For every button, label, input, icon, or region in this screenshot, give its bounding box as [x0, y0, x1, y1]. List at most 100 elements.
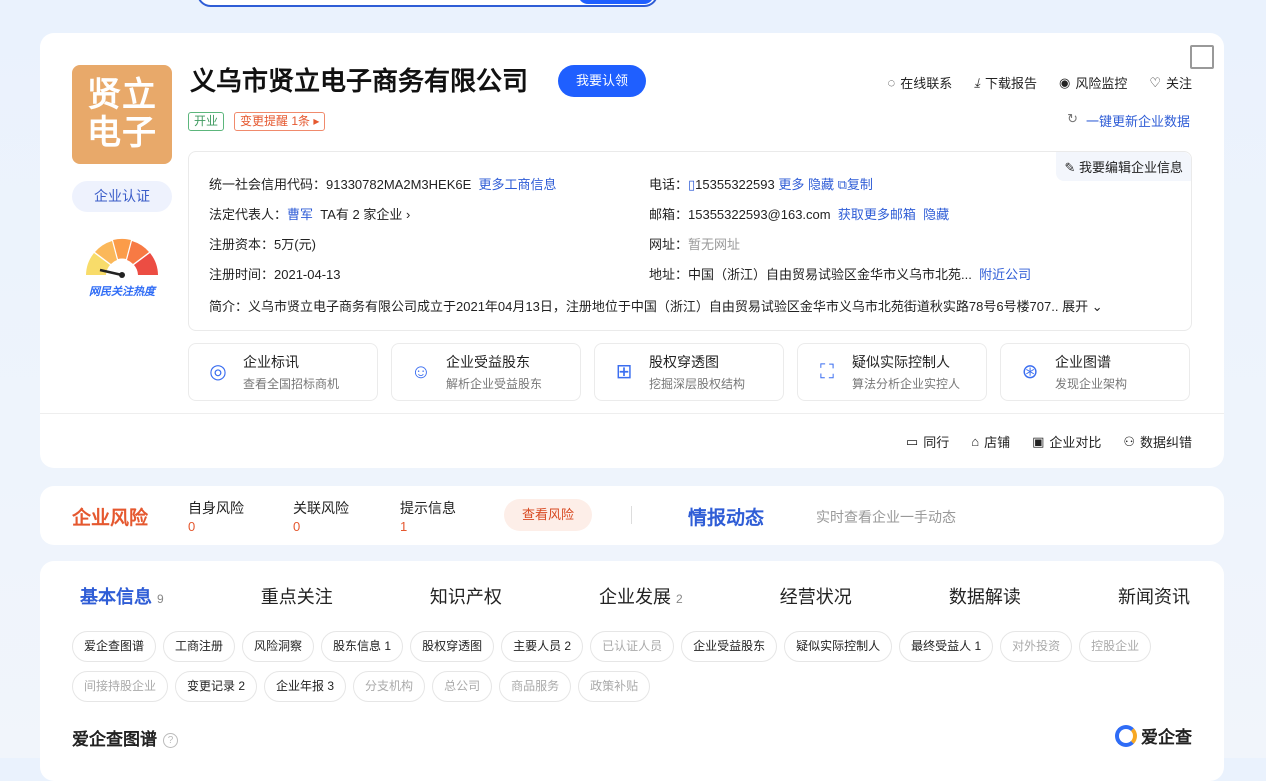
label: 地址： — [649, 267, 689, 282]
search-input[interactable] — [197, 0, 658, 7]
reg-date-row: 注册时间：2021-04-13 — [209, 264, 341, 283]
follow-button[interactable]: ♡ 关注 — [1149, 73, 1192, 92]
copy-icon[interactable]: ⧉ — [838, 177, 847, 192]
feature-beneficial-owners[interactable]: ☺ 企业受益股东 解析企业受益股东 — [391, 343, 581, 401]
feature-company-graph[interactable]: ⊛ 企业图谱 发现企业架构 — [1000, 343, 1190, 401]
update-data-button[interactable]: ↻ 一键更新企业数据 — [1067, 111, 1190, 130]
tab-3[interactable]: 企业发展 2 — [599, 583, 683, 609]
phone-value: 15355322593 — [695, 177, 775, 192]
action-label: 风险监控 — [1075, 76, 1128, 91]
tab-bar: 基本信息 9 重点关注 知识产权 企业发展 2 经营状况 数据解读 新闻资讯 — [80, 583, 1190, 609]
action-label: 关注 — [1165, 76, 1192, 91]
graph-icon: ⊛ — [1021, 361, 1039, 383]
intel-title[interactable]: 情报动态 — [688, 503, 764, 530]
tab-4[interactable]: 经营状况 — [780, 583, 852, 609]
copy-phone-link[interactable]: 复制 — [847, 177, 873, 192]
view-risk-button[interactable]: 查看风险 — [504, 499, 592, 531]
download-report-button[interactable]: ⤓ 下载报告 — [974, 73, 1037, 92]
section-chip[interactable]: 变更记录 2 — [175, 671, 258, 702]
chevron-down-icon: ⌄ — [1091, 299, 1103, 314]
section-chip: 分支机构 — [353, 671, 426, 702]
self-risk[interactable]: 自身风险 0 — [188, 498, 244, 534]
hide-email-link[interactable]: 隐藏 — [923, 207, 949, 222]
tab-2[interactable]: 知识产权 — [430, 583, 502, 609]
section-chip[interactable]: 企业受益股东 — [681, 631, 778, 662]
risk-label: 提示信息 — [400, 500, 456, 516]
related-risk[interactable]: 关联风险 0 — [293, 498, 349, 534]
credit-code: 91330782MA2M3HEK6E — [326, 177, 472, 192]
section-chip: 对外投资 — [1000, 631, 1073, 662]
label: 电话： — [649, 177, 689, 192]
eye-icon: ◉ — [1058, 74, 1071, 90]
feature-title: 疑似实际控制人 — [852, 354, 950, 370]
more-email-link[interactable]: 获取更多邮箱 — [838, 207, 916, 222]
peers-link[interactable]: ▭ 同行 — [906, 432, 949, 451]
legal-rep-link[interactable]: 曹军 — [287, 207, 313, 222]
online-contact-button[interactable]: ◌ 在线联系 — [887, 73, 952, 92]
section-chip[interactable]: 最终受益人 1 — [899, 631, 994, 662]
section-chip[interactable]: 疑似实际控制人 — [784, 631, 893, 662]
capital-value: 5万(元) — [274, 237, 316, 252]
tab-label: 数据解读 — [948, 587, 1021, 607]
feature-subtitle: 算法分析企业实控人 — [852, 377, 961, 391]
feature-actual-controller[interactable]: ⛶ 疑似实际控制人 算法分析企业实控人 — [797, 343, 987, 401]
section-chip[interactable]: 风险洞察 — [242, 631, 315, 662]
risk-title: 企业风险 — [72, 508, 149, 529]
compare-link[interactable]: ▣ 企业对比 — [1032, 432, 1101, 451]
tab-label: 企业发展 — [598, 587, 671, 607]
link-label: 店铺 — [984, 435, 1011, 450]
risk-count: 0 — [188, 519, 196, 534]
risk-card: 企业风险 自身风险 0 关联风险 0 提示信息 1 查看风险 情报动态 实时查看企业一… — [40, 486, 1224, 545]
label: 法定代表人： — [209, 207, 288, 222]
section-chip: 总公司 — [432, 671, 493, 702]
tab-count: 2 — [676, 592, 683, 606]
feature-bidding[interactable]: ◎ 企业标讯 查看全国招标商机 — [188, 343, 378, 401]
tab-5[interactable]: 数据解读 — [949, 583, 1021, 609]
edit-info-button[interactable]: ✎ 我要编辑企业信息 — [1056, 152, 1191, 181]
edit-label: 我要编辑企业信息 — [1078, 160, 1183, 175]
section-chip: 政策补贴 — [578, 671, 651, 702]
tab-1[interactable]: 重点关注 — [261, 583, 333, 609]
certify-button[interactable]: 企业认证 — [72, 181, 172, 212]
user-icon: ☺ — [410, 361, 432, 383]
section-chip[interactable]: 股权穿透图 — [410, 631, 495, 662]
tab-label: 经营状况 — [779, 587, 852, 607]
risk-monitor-button[interactable]: ◉ 风险监控 — [1059, 73, 1127, 92]
section-chip: 商品服务 — [499, 671, 572, 702]
tab-label: 新闻资讯 — [1117, 587, 1190, 607]
legal-rep-companies-link[interactable]: TA有 2 家企业 — [320, 207, 402, 222]
section-chip[interactable]: 企业年报 3 — [264, 671, 347, 702]
company-header-card: 贤立电子 企业认证 网民关注热度 义乌市贤立电子商务有限公司 我要认领 开业 变… — [40, 33, 1224, 468]
link-label: 数据纠错 — [1139, 435, 1192, 450]
tab-0[interactable]: 基本信息 9 — [80, 583, 164, 609]
email-value: 15355322593@163.com — [688, 207, 831, 222]
section-chip[interactable]: 爱企查图谱 — [72, 631, 157, 662]
more-phone-link[interactable]: 更多 — [778, 177, 804, 192]
claim-button[interactable]: 我要认领 — [558, 65, 646, 97]
help-icon[interactable]: ? — [163, 733, 178, 749]
website-value: 暂无网址 — [688, 237, 741, 252]
feature-subtitle: 挖掘深层股权结构 — [649, 377, 746, 391]
section-title-text: 爱企查图谱 — [72, 730, 157, 749]
data-correction-link[interactable]: ⚇ 数据纠错 — [1123, 432, 1192, 451]
section-chip[interactable]: 主要人员 2 — [501, 631, 584, 662]
label: 网址： — [649, 237, 689, 252]
nearby-companies-link[interactable]: 附近公司 — [979, 267, 1031, 282]
search-button[interactable] — [578, 0, 654, 4]
change-alert-badge[interactable]: 变更提醒 1条 ▸ — [234, 112, 326, 131]
feature-equity-chart[interactable]: ⊞ 股权穿透图 挖掘深层股权结构 — [594, 343, 784, 401]
tab-count: 9 — [157, 592, 164, 606]
label: 邮箱： — [649, 207, 689, 222]
hide-phone-link[interactable]: 隐藏 — [808, 177, 834, 192]
expand-intro-button[interactable]: 展开 — [1062, 299, 1088, 314]
shop-link[interactable]: ⌂ 店铺 — [971, 432, 1010, 451]
section-chip[interactable]: 股东信息 1 — [321, 631, 404, 662]
section-title: 爱企查图谱? — [72, 725, 178, 750]
more-business-info-link[interactable]: 更多工商信息 — [479, 177, 557, 192]
shop-icon: ⌂ — [971, 434, 980, 449]
qr-code-icon[interactable] — [1190, 45, 1214, 69]
section-chip[interactable]: 工商注册 — [163, 631, 236, 662]
tab-6[interactable]: 新闻资讯 — [1118, 583, 1190, 609]
notice-info[interactable]: 提示信息 1 — [400, 498, 456, 534]
site-logo[interactable] — [40, 0, 170, 6]
